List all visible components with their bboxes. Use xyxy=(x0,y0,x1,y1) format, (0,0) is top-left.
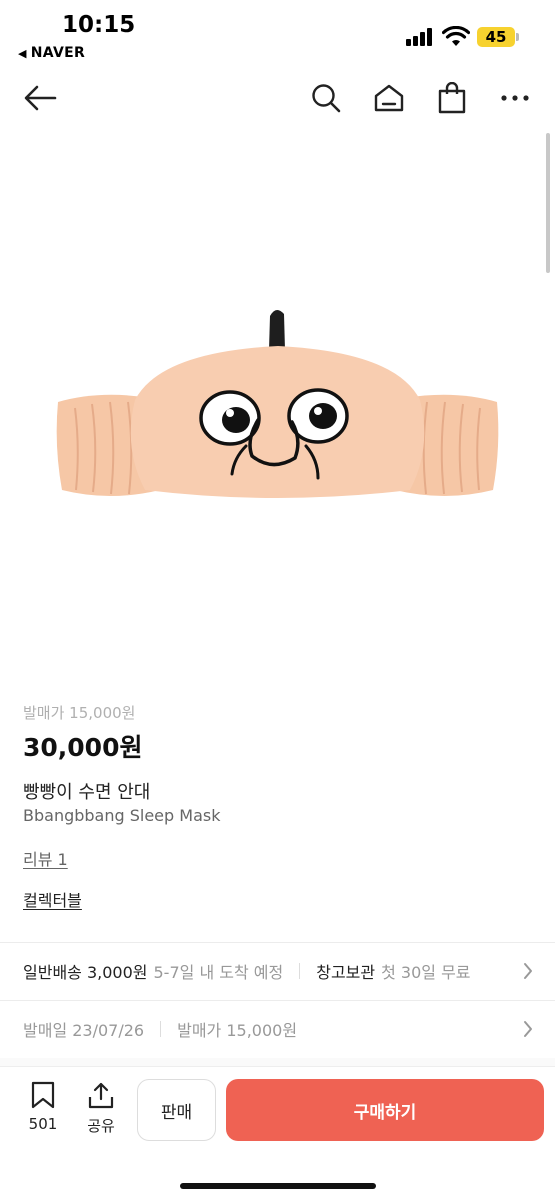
review-link[interactable]: 리뷰 1 xyxy=(23,846,68,870)
search-icon[interactable] xyxy=(308,80,344,116)
home-icon[interactable] xyxy=(371,80,407,116)
chevron-right-icon xyxy=(524,963,532,979)
sleep-mask-illustration xyxy=(56,309,499,498)
bookmark-count: 501 xyxy=(28,1115,58,1133)
status-time: 10:15 xyxy=(62,12,136,38)
top-nav-bar xyxy=(0,70,555,126)
shopping-bag-icon[interactable] xyxy=(434,80,470,116)
bookmark-button[interactable]: 501 xyxy=(22,1081,64,1133)
buy-button[interactable]: 구매하기 xyxy=(226,1079,544,1141)
bookmark-icon xyxy=(31,1081,55,1109)
release-date: 발매일 23/07/26 xyxy=(23,1021,145,1040)
product-name-english: Bbangbbang Sleep Mask xyxy=(23,806,221,825)
back-to-app-link[interactable]: ◀ NAVER xyxy=(18,45,85,61)
back-arrow-icon[interactable] xyxy=(22,80,58,116)
section-gap xyxy=(0,1058,555,1066)
back-app-label: NAVER xyxy=(30,45,86,61)
back-triangle-icon: ◀ xyxy=(18,47,27,60)
scrollbar[interactable] xyxy=(546,133,550,273)
original-price: 발매가 15,000원 xyxy=(23,704,136,722)
status-bar: 10:15 ◀ NAVER 45 xyxy=(0,0,555,66)
bottom-action-bar: 501 공유 판매 구매하기 xyxy=(0,1066,555,1200)
vertical-separator xyxy=(160,1021,162,1037)
shipping-label: 일반배송 3,000원 xyxy=(23,963,148,982)
share-icon xyxy=(88,1082,114,1109)
storage-label: 창고보관 xyxy=(316,963,376,982)
chevron-right-icon xyxy=(524,1021,532,1037)
storage-desc: 첫 30일 무료 xyxy=(381,963,471,982)
shipping-desc: 5-7일 내 도착 예정 xyxy=(153,963,284,982)
product-name-korean: 빵빵이 수면 안대 xyxy=(23,782,151,803)
product-image[interactable] xyxy=(0,130,555,690)
sell-button[interactable]: 판매 xyxy=(137,1079,216,1141)
battery-tip xyxy=(516,33,519,41)
share-label: 공유 xyxy=(87,1117,115,1135)
shipping-row[interactable]: 일반배송 3,000원 5-7일 내 도착 예정 창고보관 첫 30일 무료 xyxy=(0,943,555,999)
share-button[interactable]: 공유 xyxy=(80,1081,122,1136)
cellular-signal-icon xyxy=(406,28,436,46)
more-icon[interactable] xyxy=(497,80,533,116)
home-indicator[interactable] xyxy=(180,1183,376,1189)
current-price: 30,000원 xyxy=(23,733,143,762)
battery-indicator: 45 xyxy=(477,27,515,47)
wifi-icon xyxy=(442,26,470,46)
release-info-row[interactable]: 발매일 23/07/26 발매가 15,000원 xyxy=(0,1001,555,1057)
category-link[interactable]: 컬렉터블 xyxy=(23,887,82,911)
vertical-separator xyxy=(299,963,301,979)
release-price: 발매가 15,000원 xyxy=(177,1021,298,1040)
